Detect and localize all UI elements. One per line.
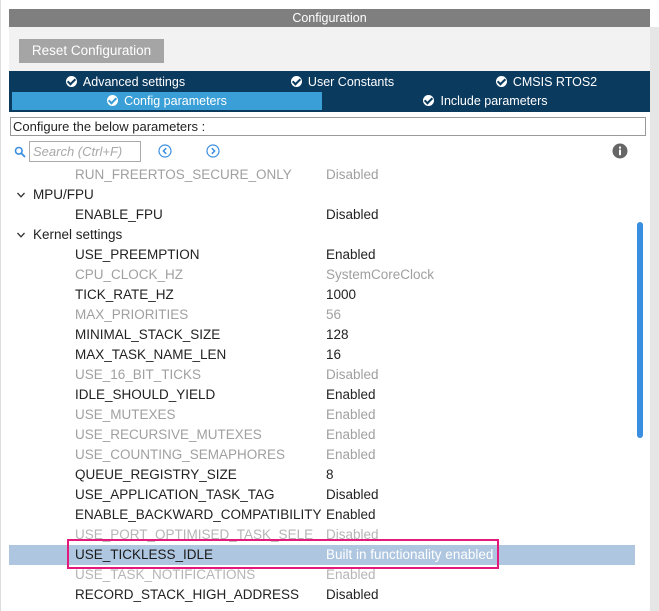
tab-label: Include parameters [440, 94, 548, 108]
check-circle-icon [495, 76, 507, 87]
parameter-value: 1000 [326, 287, 357, 302]
parameter-value: Enabled [326, 427, 376, 442]
tab-label: Advanced settings [82, 75, 186, 89]
parameter-name: MAX_PRIORITIES [75, 307, 189, 322]
parameters-description: Configure the below parameters : [10, 117, 646, 136]
previous-match-icon[interactable] [158, 144, 172, 158]
window-title: Configuration [9, 9, 650, 27]
frame-edge [650, 27, 659, 611]
check-circle-icon [107, 95, 119, 106]
parameter-name: IDLE_SHOULD_YIELD [75, 387, 216, 402]
check-circle-icon [65, 76, 77, 87]
parameter-row[interactable]: MINIMAL_STACK_SIZE 128 [9, 325, 635, 345]
tab-label: User Constants [307, 75, 395, 89]
parameter-value: Enabled [326, 387, 376, 402]
search-icon [14, 146, 26, 158]
parameter-name: CPU_CLOCK_HZ [75, 267, 184, 282]
tab-advanced-settings[interactable]: Advanced settings [12, 73, 239, 91]
parameter-row[interactable]: MAX_TASK_NAME_LEN 16 [9, 345, 635, 365]
tab-include-parameters[interactable]: Include parameters [324, 92, 647, 110]
scrollbar-thumb[interactable] [637, 222, 643, 438]
parameter-value: 8 [326, 467, 334, 482]
parameter-row[interactable]: USE_APPLICATION_TASK_TAG Disabled [9, 485, 635, 505]
tab-config-parameters[interactable]: Config parameters [12, 92, 322, 110]
check-circle-icon [290, 76, 302, 87]
parameter-name: MINIMAL_STACK_SIZE [75, 327, 221, 342]
parameter-name: USE_PREEMPTION [75, 247, 200, 262]
parameter-name: QUEUE_REGISTRY_SIZE [75, 467, 237, 482]
highlight-annotation [67, 539, 499, 569]
info-icon[interactable] [612, 143, 628, 159]
chevron-down-icon[interactable] [17, 191, 25, 199]
check-circle-icon [423, 95, 435, 106]
parameter-name: USE_RECURSIVE_MUTEXES [75, 427, 262, 442]
parameter-row[interactable]: RECORD_STACK_HIGH_ADDRESS Disabled [9, 585, 635, 605]
parameter-row[interactable]: USE_COUNTING_SEMAPHORES Enabled [9, 445, 635, 465]
parameter-row[interactable]: CPU_CLOCK_HZ SystemCoreClock [9, 265, 635, 285]
parameter-name: USE_COUNTING_SEMAPHORES [75, 447, 286, 462]
next-match-icon[interactable] [206, 144, 220, 158]
parameter-row[interactable]: MAX_PRIORITIES 56 [9, 305, 635, 325]
parameter-name: USE_APPLICATION_TASK_TAG [75, 487, 275, 502]
parameter-row[interactable]: IDLE_SHOULD_YIELD Enabled [9, 385, 635, 405]
parameter-row[interactable]: USE_RECURSIVE_MUTEXES Enabled [9, 425, 635, 445]
parameter-name: RUN_FREERTOS_SECURE_ONLY [75, 167, 292, 182]
parameter-row[interactable]: ENABLE_BACKWARD_COMPATIBILITY Enabled [9, 505, 635, 525]
parameter-value: 128 [326, 327, 349, 342]
reset-configuration-button[interactable]: Reset Configuration [19, 39, 164, 63]
chevron-down-icon[interactable] [17, 231, 25, 239]
parameter-row[interactable]: RUN_FREERTOS_SECURE_ONLY Disabled [9, 165, 635, 185]
parameter-row[interactable]: QUEUE_REGISTRY_SIZE 8 [9, 465, 635, 485]
parameter-name: TICK_RATE_HZ [75, 287, 174, 302]
parameter-value: Enabled [326, 447, 376, 462]
parameter-value: 56 [326, 307, 342, 322]
parameter-value: Disabled [326, 167, 379, 182]
parameter-name: MAX_TASK_NAME_LEN [75, 347, 227, 362]
parameter-row[interactable]: USE_MUTEXES Enabled [9, 405, 635, 425]
parameter-value: Disabled [326, 587, 379, 602]
parameter-value: Enabled [326, 407, 376, 422]
parameter-value: SystemCoreClock [326, 267, 435, 282]
parameter-name: USE_MUTEXES [75, 407, 176, 422]
tree-group[interactable]: MPU/FPU [9, 185, 635, 205]
parameter-name: USE_16_BIT_TICKS [75, 367, 202, 382]
parameter-name: RECORD_STACK_HIGH_ADDRESS [75, 587, 300, 602]
parameter-row[interactable]: USE_PREEMPTION Enabled [9, 245, 635, 265]
parameter-value: Enabled [326, 247, 376, 262]
parameter-name: ENABLE_FPU [75, 207, 163, 222]
parameter-value: Disabled [326, 367, 379, 382]
tree-group-label: Kernel settings [33, 227, 123, 242]
parameter-value: 16 [326, 347, 342, 362]
tab-cmsis-rtos2[interactable]: CMSIS RTOS2 [446, 73, 647, 91]
tab-label: CMSIS RTOS2 [512, 75, 598, 89]
tree-group[interactable]: Kernel settings [9, 225, 635, 245]
parameter-value: Disabled [326, 207, 379, 222]
parameter-value: Enabled [326, 507, 376, 522]
tab-user-constants[interactable]: User Constants [241, 73, 444, 91]
parameter-row[interactable]: ENABLE_FPU Disabled [9, 205, 635, 225]
tree-group-label: MPU/FPU [33, 187, 94, 202]
parameter-row[interactable]: TICK_RATE_HZ 1000 [9, 285, 635, 305]
parameter-value: Disabled [326, 487, 379, 502]
search-input[interactable] [29, 141, 141, 162]
tab-label: Config parameters [124, 94, 227, 108]
parameter-row[interactable]: USE_16_BIT_TICKS Disabled [9, 365, 635, 385]
parameter-name: ENABLE_BACKWARD_COMPATIBILITY [75, 507, 322, 522]
